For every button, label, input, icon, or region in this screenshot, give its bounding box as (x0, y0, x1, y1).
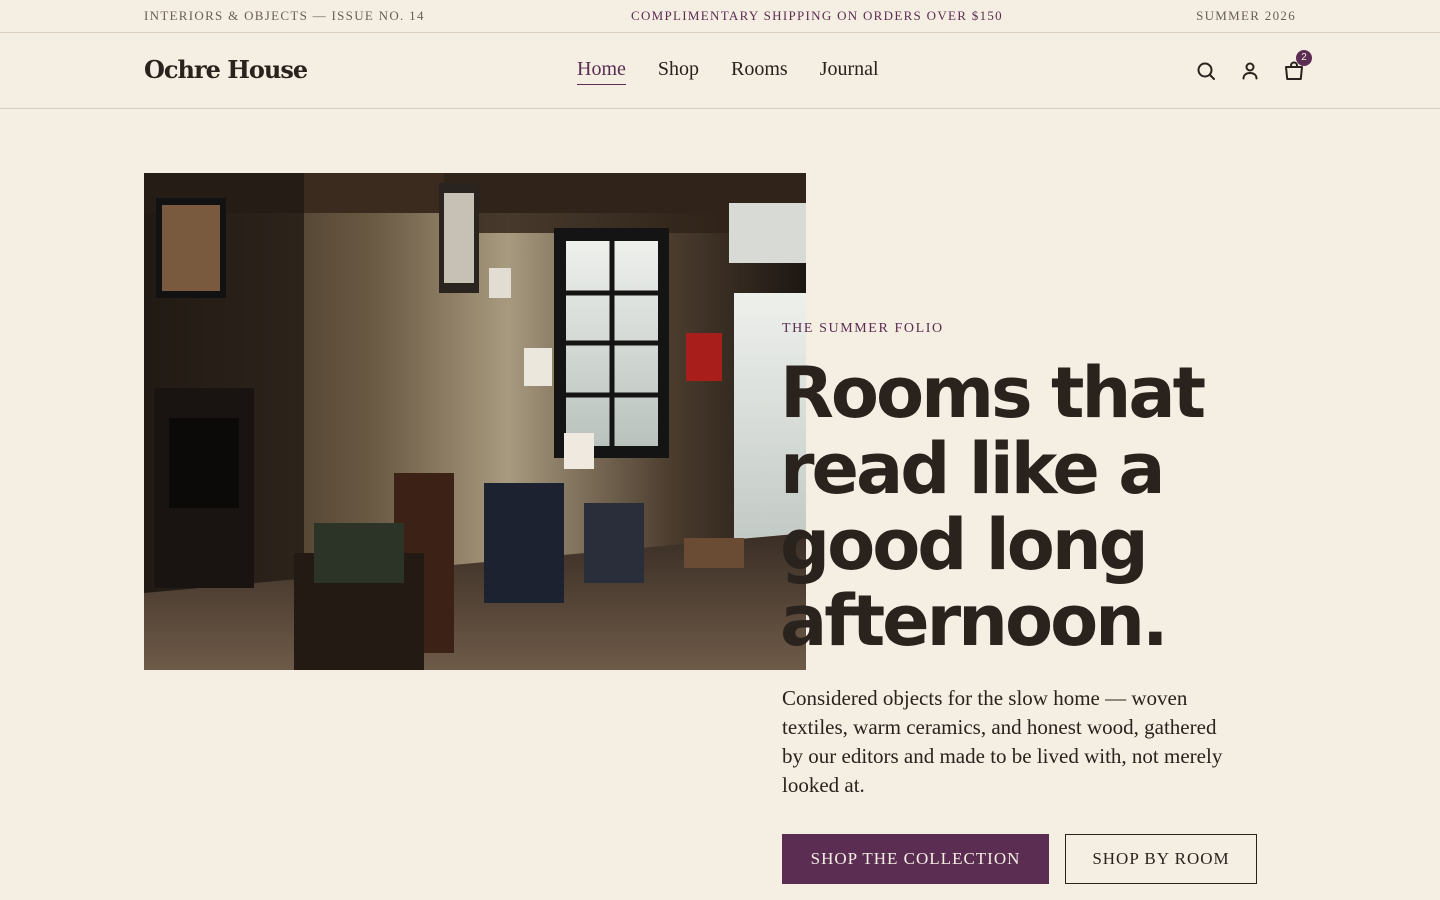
hero-eyebrow: THE SUMMER FOLIO (782, 321, 944, 336)
season-label: SUMMER 2026 (1196, 8, 1296, 23)
site-logo[interactable]: Ochre House (144, 55, 308, 84)
announcement-bar: INTERIORS & OBJECTS — ISSUE NO. 14 COMPL… (0, 0, 1440, 33)
shop-by-room-button[interactable]: SHOP BY ROOM (1065, 834, 1257, 884)
cart-icon[interactable]: 2 (1282, 50, 1312, 83)
hero-description: Considered objects for the slow home — w… (782, 686, 1223, 797)
cart-count-badge: 2 (1296, 50, 1312, 66)
nav-home[interactable]: Home (577, 58, 626, 85)
search-icon[interactable] (1194, 59, 1218, 83)
hero-headline: Rooms that read like a good long afterno… (780, 352, 1206, 662)
header-actions: 2 (1194, 50, 1312, 83)
nav-journal[interactable]: Journal (820, 58, 879, 85)
shop-collection-button[interactable]: SHOP THE COLLECTION (782, 834, 1049, 884)
main-nav: Home Shop Rooms Journal (577, 58, 879, 85)
site-header: Ochre House Home Shop Rooms Journal 2 (0, 33, 1440, 109)
nav-rooms[interactable]: Rooms (731, 58, 788, 85)
hero-interior-photo (144, 173, 806, 670)
account-icon[interactable] (1238, 59, 1262, 83)
nav-shop[interactable]: Shop (658, 58, 699, 85)
